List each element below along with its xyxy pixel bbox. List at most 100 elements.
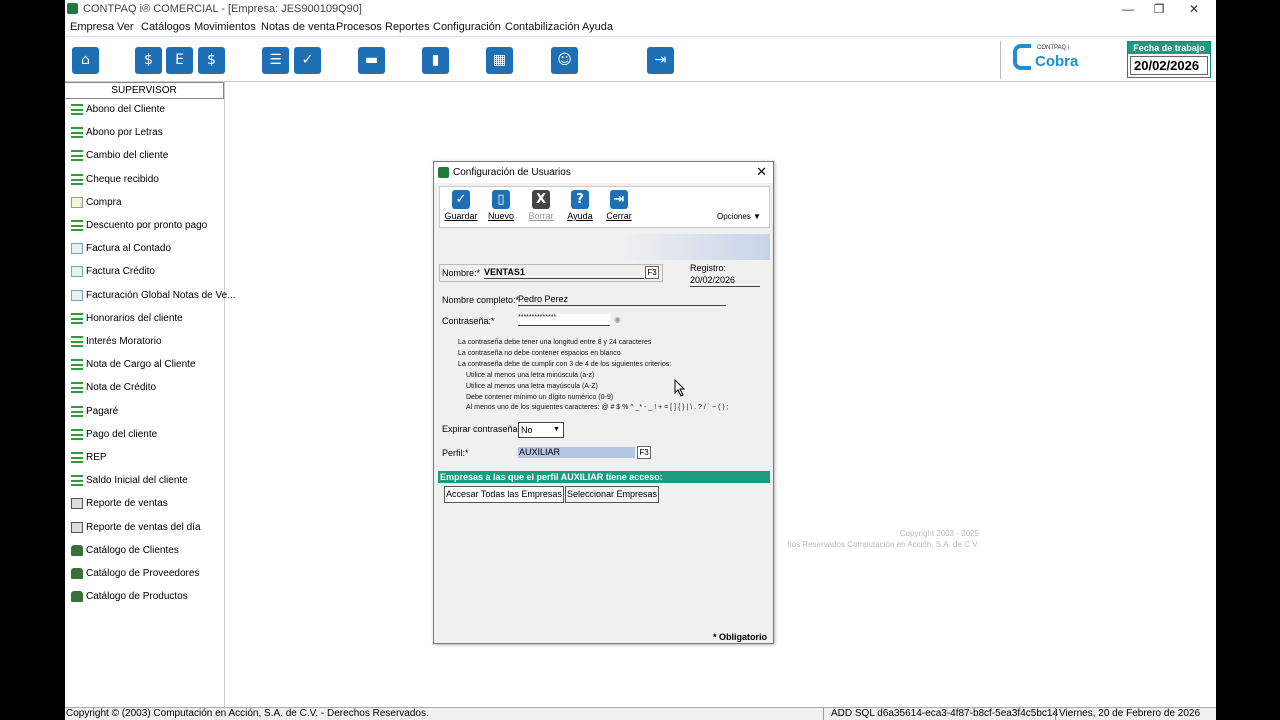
nombre-label: Nombre:* [442, 268, 481, 278]
sidebar-item[interactable]: Factura al Contado [65, 239, 223, 259]
guardar-label: Guardar [444, 211, 478, 221]
sidebar-item[interactable]: Pago del cliente [65, 425, 223, 445]
perfil-label: Perfil:* [442, 448, 469, 458]
sidebar-item[interactable]: Interés Moratorio [65, 332, 223, 352]
sidebar-item-label: Catálogo de Productos [86, 591, 188, 603]
menu-catalogos[interactable]: Catálogos [141, 21, 191, 33]
doc2-icon [71, 243, 83, 255]
contrasena-field[interactable]: ************** [518, 314, 610, 326]
sidebar-item-label: Abono por Letras [86, 127, 163, 139]
mouse-cursor-icon [674, 379, 686, 397]
sidebar-item[interactable]: Abono por Letras [65, 123, 223, 143]
truck-icon[interactable]: ▬ [358, 47, 385, 74]
sidebar-item[interactable]: Catálogo de Clientes [65, 541, 223, 561]
menu-movimientos[interactable]: Movimientos [194, 21, 256, 33]
nuevo-label: Nuevo [487, 211, 514, 221]
dialog-close-button[interactable]: ✕ [756, 164, 767, 180]
password-rule: Debe contener mínimo un dígito numérico … [466, 393, 614, 401]
close-button[interactable]: ✕ [1179, 1, 1209, 17]
lines-icon [71, 336, 83, 347]
menu-contabilizacion[interactable]: Contabilización [505, 21, 580, 33]
menu-ver[interactable]: Ver [117, 21, 134, 33]
sidebar-item[interactable]: Catálogo de Proveedores [65, 564, 223, 584]
list-icon[interactable]: ☰ [262, 47, 289, 74]
sidebar-item[interactable]: Honorarios del cliente [65, 309, 223, 329]
cerrar-button[interactable]: ⇥ Cerrar [601, 190, 637, 221]
sidebar-item[interactable]: Pagaré [65, 402, 223, 422]
nombre-completo-field[interactable]: Pedro Perez [518, 294, 726, 306]
menu-reportes[interactable]: Reportes [385, 21, 430, 33]
sidebar-item[interactable]: Nota de Crédito [65, 378, 223, 398]
sidebar-item-label: Cambio del cliente [86, 150, 169, 162]
password-rule: La contraseña no debe contener espacios … [458, 349, 621, 357]
fecha-value[interactable]: 20/02/2026 [1130, 56, 1208, 75]
sidebar-item-label: Reporte de ventas del día [86, 521, 201, 533]
perfil-f3-button[interactable]: F3 [637, 446, 651, 459]
opciones-menu[interactable]: Opciones ▼ [717, 212, 761, 221]
sidebar-item[interactable]: Cambio del cliente [65, 146, 223, 166]
accesar-todas-button[interactable]: Accesar Todas las Empresas [444, 486, 564, 503]
menu-procesos[interactable]: Procesos [336, 21, 382, 33]
sidebar-item[interactable]: Saldo Inicial del cliente [65, 471, 223, 491]
sidebar-item[interactable]: Compra [65, 193, 223, 213]
perfil-field[interactable]: AUXILIAR [518, 447, 635, 458]
lines-icon [71, 220, 83, 231]
dialog-app-icon [438, 167, 449, 178]
nuevo-button[interactable]: ▯ Nuevo [483, 190, 519, 221]
sidebar-item[interactable]: Cheque recibido [65, 170, 223, 190]
contrasena-label: Contraseña:* [442, 316, 495, 326]
lines-icon [71, 173, 83, 185]
sidebar-item-label: Compra [86, 196, 122, 208]
bg-copyright-line2: hos Reservados Computación en Acción, S.… [787, 540, 979, 549]
sidebar-item-label: Saldo Inicial del cliente [86, 475, 188, 487]
expirar-select[interactable]: No ▼ [518, 422, 564, 438]
lines-icon [71, 428, 83, 440]
cerrar-label: Cerrar [606, 211, 632, 221]
sidebar-item[interactable]: Descuento por pronto pago [65, 216, 223, 236]
exit-icon[interactable]: ⇥ [647, 47, 674, 74]
menu-ayuda[interactable]: Ayuda [582, 21, 613, 33]
nombre-field[interactable]: VENTAS1 [484, 267, 644, 279]
cerrar-icon: ⇥ [610, 190, 628, 209]
sidebar-item-label: Cheque recibido [86, 173, 159, 185]
sidebar-item[interactable]: Factura Crédito [65, 262, 223, 282]
sidebar-item[interactable]: REP [65, 448, 223, 468]
sidebar-item[interactable]: Catálogo de Productos [65, 587, 223, 607]
sidebar-item[interactable]: Reporte de ventas del día [65, 518, 223, 538]
user-icon[interactable]: ☺ [551, 47, 578, 74]
lines-icon [71, 382, 83, 394]
ayuda-button[interactable]: ? Ayuda [562, 190, 598, 221]
sidebar-item[interactable]: Abono del Cliente [65, 100, 223, 120]
ppl-icon [71, 544, 83, 556]
checklist-icon[interactable]: ✓ [294, 47, 321, 74]
sidebar-item-label: Catálogo de Clientes [86, 544, 179, 556]
restore-button[interactable]: ❐ [1144, 1, 1174, 17]
configuracion-usuarios-dialog: Configuración de Usuarios ✕ ✓ Guardar ▯ Nue… [433, 161, 774, 644]
sidebar-item-label: REP [86, 452, 107, 463]
fecha-de-trabajo[interactable]: Fecha de trabajo 20/02/2026 [1127, 41, 1211, 78]
sidebar-item-label: Honorarios del cliente [86, 312, 183, 324]
table-icon[interactable]: ▦ [486, 47, 513, 74]
expirar-value: No [521, 425, 533, 435]
chart-icon[interactable]: ▮ [422, 47, 449, 74]
nombre-f3-button[interactable]: F3 [645, 266, 659, 279]
minimize-button[interactable]: — [1113, 1, 1143, 17]
home-icon[interactable]: ⌂ [72, 47, 99, 74]
guardar-button[interactable]: ✓ Guardar [443, 190, 479, 221]
status-bar: Copyright © (2003) Computación en Acción… [65, 707, 1216, 720]
show-password-icon[interactable]: ◉ [614, 315, 621, 324]
menu-configuracion[interactable]: Configuración [433, 21, 501, 33]
sidebar-item-label: Pago del cliente [86, 428, 158, 440]
chevron-down-icon[interactable]: ▼ [551, 424, 562, 436]
sidebar-item[interactable]: Facturación Global Notas de Ve... [65, 286, 236, 306]
cash-icon[interactable]: $ [198, 47, 225, 74]
sidebar-item[interactable]: Reporte de ventas [65, 494, 223, 514]
money-icon[interactable]: $ [135, 47, 162, 74]
menu-empresa[interactable]: Empresa [70, 21, 114, 33]
seleccionar-empresas-button[interactable]: Seleccionar Empresas [565, 486, 659, 503]
logo-big-text: Cobra [1035, 53, 1079, 70]
invoice-icon[interactable]: E [166, 47, 193, 74]
sidebar-item[interactable]: Nota de Cargo al Cliente [65, 355, 223, 375]
logo-small-text: CONTPAQ i [1037, 45, 1070, 51]
menu-notas-de-venta[interactable]: Notas de venta [261, 21, 335, 33]
